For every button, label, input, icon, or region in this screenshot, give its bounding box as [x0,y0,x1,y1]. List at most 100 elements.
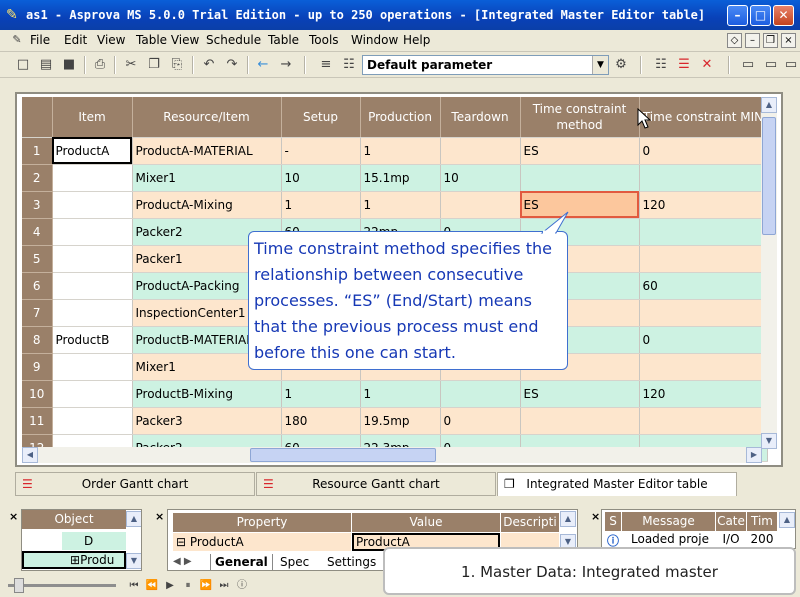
row-number[interactable]: 11 [22,407,53,435]
resource-item-cell[interactable]: Packer3 [132,407,282,435]
skip-end-icon[interactable]: ⏭ [215,577,233,595]
menu-file[interactable]: File [30,33,50,47]
apply-parameter-icon[interactable]: ⚙ [612,56,630,74]
fast-forward-icon[interactable]: ⏩ [197,577,215,595]
resource-item-cell[interactable]: ProductA-Mixing [132,191,282,219]
skip-start-icon[interactable]: ⏮ [125,577,143,595]
close-button[interactable]: ✕ [773,5,794,26]
expand-plus-icon[interactable]: ⊞ [70,553,80,567]
teardown-cell[interactable]: 0 [440,407,521,435]
window-icon[interactable]: ▭ [739,56,757,74]
setup-cell[interactable]: - [281,137,361,165]
info-icon[interactable]: ⓘ [233,577,251,595]
menu-table[interactable]: Table [268,33,299,47]
maximize-button[interactable]: □ [750,5,771,26]
column-header-time-constraint-method[interactable]: Time constraint method [520,97,640,138]
item-cell[interactable] [52,353,133,381]
pause-icon[interactable]: ⏸ [179,577,197,595]
teardown-cell[interactable] [440,191,521,219]
production-cell[interactable]: 15.1mp [360,164,441,192]
time-constraint-method-cell[interactable] [520,407,640,435]
column-header-production[interactable]: Production [360,97,441,138]
column-header-teardown[interactable]: Teardown [440,97,521,138]
paste-icon[interactable]: ⎘ [168,56,186,74]
menu-table-view[interactable]: Table View [136,33,199,47]
new-icon[interactable]: □ [14,56,32,74]
menu-schedule[interactable]: Schedule [206,33,261,47]
scroll-up-icon[interactable]: ▲ [560,511,576,527]
corner-cell[interactable] [22,97,53,138]
time-constraint-min-cell[interactable] [639,218,768,246]
production-cell[interactable]: 1 [360,191,441,219]
mdi-restore-icon[interactable]: ❐ [763,33,778,48]
undo-icon[interactable]: ↶ [200,56,218,74]
slider-track[interactable] [8,584,116,587]
row-number[interactable]: 10 [22,380,53,408]
tab-resource-gantt-chart[interactable]: ☰ Resource Gantt chart [256,472,496,496]
column-header-item[interactable]: Item [52,97,133,138]
time-cell[interactable]: 200 [747,532,777,548]
time-constraint-min-cell[interactable]: 120 [639,380,768,408]
tab-spec[interactable]: Spec [276,554,313,570]
color-bars-icon[interactable]: ☰ [675,56,693,74]
scroll-up-icon[interactable]: ▲ [761,97,777,113]
open-icon[interactable]: ▤ [37,56,55,74]
menu-edit[interactable]: Edit [64,33,87,47]
parameter-select[interactable]: Default parameter ▼ [362,55,609,75]
time-constraint-min-cell[interactable] [639,407,768,435]
row-number[interactable]: 6 [22,272,53,300]
teardown-cell[interactable] [440,137,521,165]
resource-item-cell[interactable]: ProductB-Mixing [132,380,282,408]
row-number[interactable]: 7 [22,299,53,327]
time-constraint-min-cell[interactable] [639,164,768,192]
production-cell[interactable]: 19.5mp [360,407,441,435]
back-arrow-icon[interactable]: ← [254,56,272,74]
setup-cell[interactable]: 1 [281,191,361,219]
delete-icon[interactable]: ✕ [698,56,716,74]
row-number[interactable]: 1 [22,137,53,165]
scroll-left-icon[interactable]: ◀ [22,447,38,463]
row-number[interactable]: 2 [22,164,53,192]
time-constraint-min-cell[interactable]: 120 [639,191,768,219]
forward-arrow-icon[interactable]: → [277,56,295,74]
row-number[interactable]: 5 [22,245,53,273]
time-constraint-min-cell[interactable]: 0 [639,326,768,354]
teardown-cell[interactable]: 10 [440,164,521,192]
row-number[interactable]: 9 [22,353,53,381]
time-constraint-min-cell[interactable]: 0 [639,137,768,165]
scroll-down-icon[interactable]: ▼ [761,433,777,449]
scroll-up-icon[interactable]: ▲ [126,511,141,527]
production-cell[interactable]: 1 [360,137,441,165]
document-icon[interactable]: ✎ [8,31,26,49]
window-icon[interactable]: ▭ [782,56,800,74]
row-number[interactable]: 3 [22,191,53,219]
collapse-minus-icon[interactable]: ⊟ [176,535,186,549]
menu-tools[interactable]: Tools [309,33,339,47]
tab-scroll-arrows[interactable]: ◀ ▶ [173,554,213,570]
mdi-close-icon[interactable]: × [781,33,796,48]
time-constraint-min-cell[interactable] [639,245,768,273]
tree-node[interactable]: D [62,532,126,550]
minimize-button[interactable]: – [727,5,748,26]
tab-settings[interactable]: Settings [323,554,380,570]
close-panel-icon[interactable]: × [591,510,600,523]
close-panel-icon[interactable]: × [9,510,18,523]
scroll-thumb[interactable] [762,117,776,235]
column-header-setup[interactable]: Setup [281,97,361,138]
category-cell[interactable]: I/O [716,532,746,548]
mdi-minimize-icon[interactable]: – [745,33,760,48]
column-header-resource-item[interactable]: Resource/Item [132,97,282,138]
tab-integrated-master-editor[interactable]: ❐ Integrated Master Editor table [497,472,737,496]
row-number[interactable]: 8 [22,326,53,354]
menu-help[interactable]: Help [403,33,430,47]
property-cell[interactable]: ⊟ ProductA [173,533,351,551]
item-cell[interactable] [52,272,133,300]
tree-node-selected[interactable]: ⊞Produ [22,551,126,569]
item-cell[interactable]: ProductB [52,326,133,354]
item-cell[interactable] [52,299,133,327]
column-header-time-constraint-min[interactable]: Time constraint MIN [639,97,768,138]
parameter-icon[interactable]: ≡ [317,56,335,74]
horizontal-scrollbar[interactable]: ◀ ▶ [22,447,762,463]
copy-icon[interactable]: ❐ [145,56,163,74]
resource-item-cell[interactable]: Mixer1 [132,164,282,192]
